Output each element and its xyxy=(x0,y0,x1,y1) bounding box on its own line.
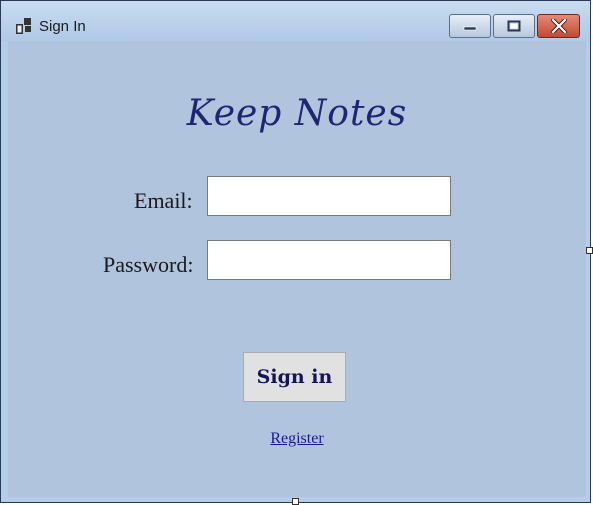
email-label: Email: xyxy=(134,188,193,213)
close-icon xyxy=(550,19,567,33)
minimize-button[interactable] xyxy=(449,14,491,38)
password-label: Password: xyxy=(103,252,194,277)
app-title: Keep Notes xyxy=(186,93,408,134)
minimize-icon xyxy=(463,26,477,31)
form-area: Keep Notes Email: Password: Sign in Regi… xyxy=(8,41,586,497)
window-title: Sign In xyxy=(39,18,86,35)
close-button[interactable] xyxy=(537,14,580,38)
maximize-icon xyxy=(507,20,521,32)
title-bar[interactable]: Sign In xyxy=(1,1,590,41)
resize-handle-bottom[interactable] xyxy=(292,498,299,505)
password-field[interactable] xyxy=(207,240,451,280)
register-link-container: Register xyxy=(8,430,586,448)
resize-handle-right[interactable] xyxy=(586,247,593,254)
email-field[interactable] xyxy=(207,176,451,216)
register-link[interactable]: Register xyxy=(270,430,323,447)
sign-in-button[interactable]: Sign in xyxy=(243,352,346,402)
sign-in-window: Sign In Keep Notes Email: Password: Sign… xyxy=(0,0,591,503)
maximize-button[interactable] xyxy=(493,14,535,38)
app-window-icon xyxy=(16,18,31,34)
